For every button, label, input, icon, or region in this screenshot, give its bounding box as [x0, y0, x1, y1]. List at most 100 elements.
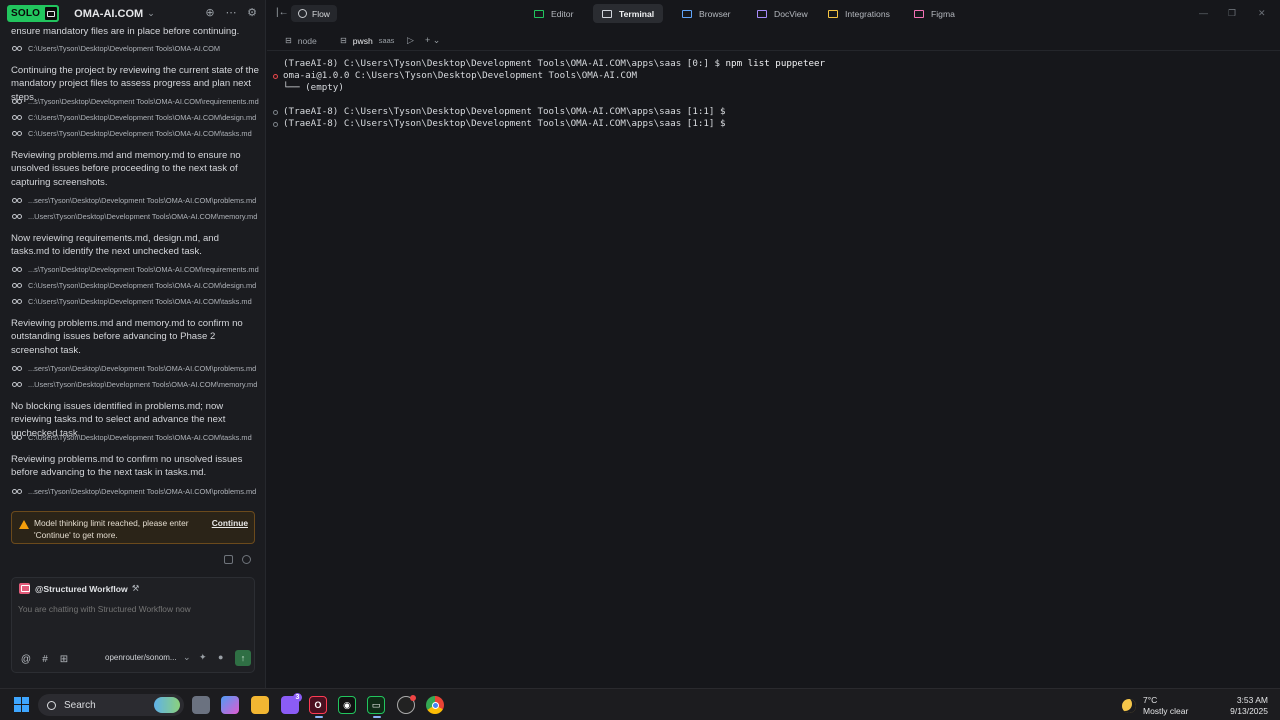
tab-docview[interactable]: DocView [748, 4, 817, 23]
weather-widget[interactable]: 7°C Mostly clear [1122, 695, 1188, 717]
view-file-icon [12, 130, 23, 137]
file-reference[interactable]: C:\Users\Tyson\Desktop\Development Tools… [12, 129, 260, 138]
task-view-icon[interactable] [192, 696, 210, 714]
file-reference[interactable]: ...s\Tyson\Desktop\Development Tools\OMA… [12, 265, 260, 274]
file-reference[interactable]: C:\Users\Tyson\Desktop\Development Tools… [12, 281, 260, 290]
file-reference[interactable]: ...s\Tyson\Desktop\Development Tools\OMA… [12, 97, 260, 106]
more-icon[interactable]: ⋯ [225, 6, 237, 19]
sparkle-icon[interactable]: ✦ [199, 652, 207, 663]
moon-icon [1122, 699, 1136, 713]
tab-integrations[interactable]: Integrations [819, 4, 899, 23]
view-file-icon [12, 98, 23, 105]
project-name[interactable]: OMA-AI.COM [74, 8, 143, 20]
chat-input[interactable] [18, 604, 248, 640]
chatgpt-icon[interactable]: ◉ [338, 696, 356, 714]
send-button[interactable]: ↑ [235, 650, 251, 666]
add-terminal-icon[interactable]: + ⌄ [425, 35, 440, 46]
copilot-icon[interactable] [221, 696, 239, 714]
tab-figma[interactable]: Figma [905, 4, 964, 23]
opera-icon[interactable]: O [309, 696, 327, 718]
trae-icon[interactable]: ▭ [367, 696, 385, 718]
search-highlight-icon [154, 697, 180, 713]
file-path: ...s\Tyson\Desktop\Development Tools\OMA… [28, 97, 259, 106]
continue-button[interactable]: Continue [212, 518, 248, 528]
command-marker-icon[interactable] [273, 110, 278, 115]
chrome-icon[interactable] [426, 696, 444, 714]
file-reference[interactable]: ...Users\Tyson\Desktop\Development Tools… [12, 380, 260, 389]
tab-editor[interactable]: Editor [525, 4, 582, 23]
error-marker-icon[interactable] [273, 74, 278, 79]
terminal-line: oma-ai@1.0.0 C:\Users\Tyson\Desktop\Deve… [283, 70, 637, 82]
at-mention-icon[interactable]: @ [19, 654, 33, 665]
solo-label: SOLO [11, 8, 41, 19]
figma-icon [914, 9, 924, 18]
system-clock[interactable]: 3:53 AM 9/13/2025 [1230, 695, 1268, 717]
context-icon[interactable]: ⊞ [57, 654, 71, 665]
file-reference[interactable]: C:\Users\Tyson\Desktop\Development Tools… [12, 433, 260, 442]
message-text: Reviewing problems.md and memory.md to e… [11, 150, 241, 188]
file-path: ...sers\Tyson\Desktop\Development Tools\… [28, 364, 257, 373]
weather-temp: 7°C [1143, 695, 1158, 705]
flow-icon [298, 9, 307, 18]
flow-label: Flow [312, 8, 330, 19]
file-reference[interactable]: ...sers\Tyson\Desktop\Development Tools\… [12, 487, 260, 496]
terminal-output[interactable]: (TraeAI-8) C:\Users\Tyson\Desktop\Develo… [267, 52, 1280, 688]
windows-start-icon[interactable] [14, 697, 30, 713]
terminal-tab-pwsh[interactable]: ⊟ pwsh saas [340, 33, 394, 48]
tab-terminal[interactable]: Terminal [593, 4, 664, 23]
view-file-icon [12, 434, 23, 441]
settings-icon[interactable]: ⚙ [246, 6, 258, 19]
agent-name[interactable]: @Structured Workflow [35, 584, 128, 594]
file-path: ...Users\Tyson\Desktop\Development Tools… [28, 380, 258, 389]
terminal-tab-node[interactable]: ⊟ node [285, 33, 317, 48]
view-file-icon [12, 45, 23, 52]
file-reference[interactable]: C:\Users\Tyson\Desktop\Development Tools… [12, 44, 260, 53]
solo-badge[interactable]: SOLO [7, 5, 60, 22]
terminal-tab-bar: ⊟ node ⊟ pwsh saas ▷ + ⌄ [267, 29, 1280, 51]
browser-icon [682, 9, 692, 18]
thinking-limit-warning: Model thinking limit reached, please ent… [11, 511, 255, 544]
file-path: ...s\Tyson\Desktop\Development Tools\OMA… [28, 265, 259, 274]
minimize-icon[interactable]: — [1199, 8, 1208, 18]
docview-icon [757, 9, 767, 18]
file-reference[interactable]: C:\Users\Tyson\Desktop\Development Tools… [12, 297, 260, 306]
refresh-icon[interactable] [242, 555, 251, 564]
file-reference[interactable]: C:\Users\Tyson\Desktop\Development Tools… [12, 113, 260, 122]
close-icon[interactable]: ✕ [1258, 8, 1266, 19]
agent-icon [19, 583, 30, 594]
teams-icon[interactable]: 3 [281, 693, 302, 714]
run-icon[interactable]: ▷ [407, 35, 414, 46]
command-marker-icon[interactable] [273, 122, 278, 127]
copy-icon[interactable] [224, 555, 233, 564]
file-explorer-icon[interactable] [251, 696, 269, 714]
collapse-sidebar-icon[interactable]: |← [276, 7, 289, 18]
taskbar-search[interactable]: Search [38, 694, 184, 716]
terminal-line: (TraeAI-8) C:\Users\Tyson\Desktop\Develo… [283, 118, 726, 130]
file-reference[interactable]: ...Users\Tyson\Desktop\Development Tools… [12, 212, 260, 221]
chat-sidebar: SOLO OMA-AI.COM ⌄ ⊕ ⋯ ⚙ ensure mandatory… [0, 0, 266, 688]
tab-label: Integrations [845, 8, 890, 19]
view-file-icon [12, 282, 23, 289]
chevron-down-icon[interactable]: ⌄ [183, 652, 191, 663]
terminal-icon [602, 9, 612, 18]
microphone-icon[interactable]: ● [218, 652, 223, 662]
flow-button[interactable]: Flow [291, 5, 337, 22]
file-path: C:\Users\Tyson\Desktop\Development Tools… [28, 129, 252, 138]
github-icon[interactable] [397, 695, 416, 714]
solo-icon [43, 5, 60, 22]
file-path: ...sers\Tyson\Desktop\Development Tools\… [28, 487, 257, 496]
tab-browser[interactable]: Browser [673, 4, 740, 23]
terminal-prompt: (TraeAI-8) C:\Users\Tyson\Desktop\Develo… [283, 118, 726, 129]
terminal-prompt: (TraeAI-8) C:\Users\Tyson\Desktop\Develo… [283, 58, 726, 69]
file-reference[interactable]: ...sers\Tyson\Desktop\Development Tools\… [12, 196, 260, 205]
chevron-down-icon[interactable]: ⌄ [147, 8, 155, 19]
hash-icon[interactable]: # [38, 654, 52, 665]
message-text: Reviewing problems.md to confirm no unso… [11, 454, 243, 479]
tab-label: Editor [551, 8, 574, 19]
file-reference[interactable]: ...sers\Tyson\Desktop\Development Tools\… [12, 364, 260, 373]
new-chat-icon[interactable]: ⊕ [204, 6, 216, 19]
view-file-icon [12, 488, 23, 495]
view-file-icon [12, 266, 23, 273]
model-selector[interactable]: openrouter/sonom... [105, 653, 177, 662]
maximize-icon[interactable]: ❐ [1228, 8, 1236, 19]
